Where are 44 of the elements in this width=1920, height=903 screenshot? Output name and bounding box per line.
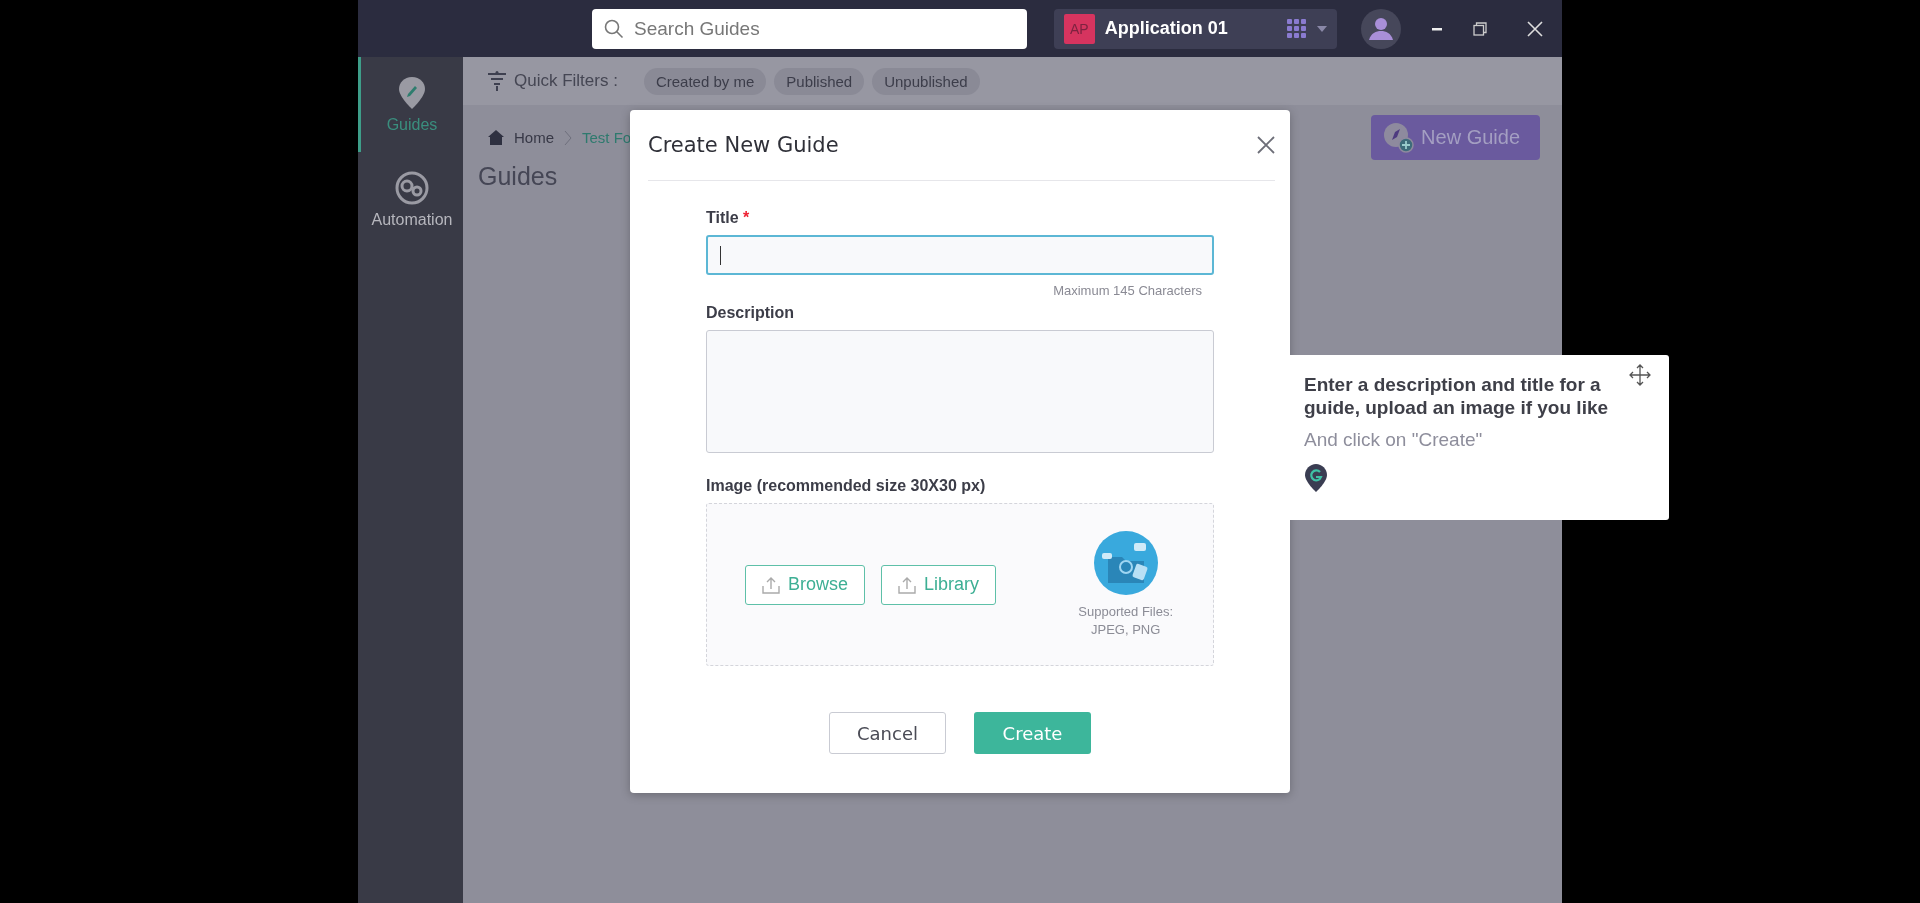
- sidebar-item[interactable]: Automation: [358, 152, 463, 247]
- filter-chip[interactable]: Published: [774, 67, 865, 95]
- upload-button[interactable]: Library: [881, 564, 997, 605]
- field-label: Title *: [706, 209, 751, 227]
- filter-chip[interactable]: Unpublished: [872, 67, 980, 95]
- character-limit-hint: Maximum 145 Characters: [1053, 283, 1202, 298]
- close-icon[interactable]: [1257, 136, 1275, 154]
- pin-icon: [397, 75, 427, 110]
- search-icon: [604, 18, 624, 39]
- upload-button[interactable]: Browse: [745, 564, 866, 605]
- create-button[interactable]: Create: [974, 712, 1091, 754]
- caret-icon: [1317, 25, 1327, 32]
- upload-icon: [762, 575, 780, 594]
- compass-plus-icon: [1383, 121, 1416, 154]
- search-field[interactable]: Search Guides: [592, 8, 1027, 49]
- field-label: Description: [706, 304, 795, 322]
- field-label: Image (recommended size 30X30 px): [706, 477, 987, 495]
- supported-files-text: JPEG, PNG: [1091, 620, 1161, 639]
- home-icon: [488, 130, 504, 145]
- title-input[interactable]: [706, 235, 1214, 275]
- new-guide-button[interactable]: New Guide: [1371, 115, 1540, 160]
- tooltip-text: And click on "Create": [1304, 429, 1484, 451]
- cancel-button[interactable]: Cancel: [829, 712, 946, 754]
- application-selector[interactable]: AP Application 01: [1054, 8, 1337, 49]
- dialog-title: Create New Guide: [648, 133, 839, 157]
- quick-filters-label: Quick Filters :: [514, 71, 618, 91]
- chevron-icon: [564, 129, 572, 146]
- supported-files-text: Supported Files:: [1078, 602, 1173, 621]
- page-title: Guides: [477, 161, 559, 191]
- grid-icon[interactable]: [1287, 18, 1307, 39]
- folder-illustration: [1093, 530, 1158, 595]
- image-drop-zone[interactable]: Browse Library Supported Files: JPEG, PNG: [706, 503, 1214, 666]
- app-name: Application 01: [1104, 18, 1229, 39]
- upload-icon: [898, 575, 917, 594]
- logo-pin-icon: [1304, 463, 1328, 493]
- description-input[interactable]: [706, 330, 1214, 453]
- filter-chip[interactable]: Created by me: [643, 67, 767, 95]
- funnel-icon: [488, 71, 506, 91]
- move-icon[interactable]: [1629, 364, 1651, 386]
- restore-icon[interactable]: [1473, 21, 1487, 36]
- avatar-icon[interactable]: [1361, 8, 1401, 49]
- tooltip-heading: Enter a description and title for a guide, upload an image if you like: [1304, 373, 1610, 419]
- breadcrumb-link[interactable]: Home: [514, 129, 554, 146]
- app-badge: AP: [1064, 13, 1095, 44]
